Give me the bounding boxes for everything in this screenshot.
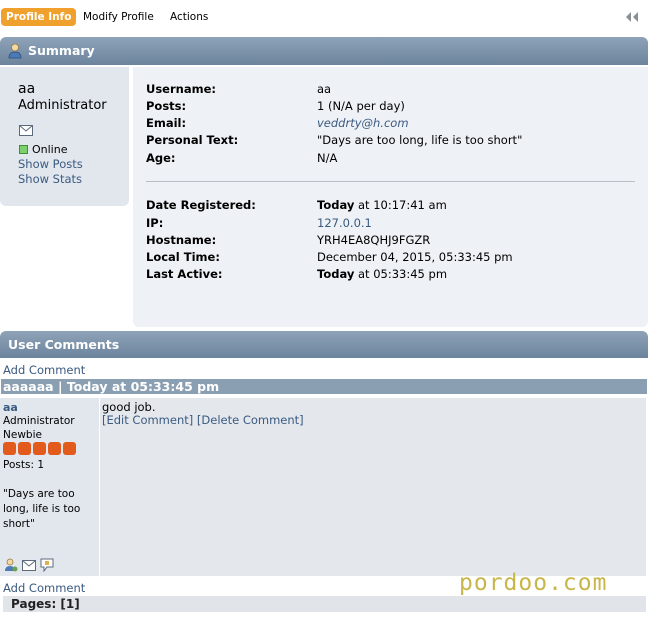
field-label: Last Active: xyxy=(146,267,223,281)
user-card: aa Administrator Online Show Posts Show … xyxy=(0,67,129,206)
rank-star-icon xyxy=(3,442,16,455)
ip-link[interactable]: 127.0.0.1 xyxy=(317,216,372,230)
online-status-icon xyxy=(19,145,28,154)
field-value: 1 (N/A per day) xyxy=(317,99,405,113)
rank-stars xyxy=(3,442,83,456)
field-username: Username: aa xyxy=(146,82,636,98)
comments-title: User Comments xyxy=(8,337,120,352)
show-posts-link[interactable]: Show Posts xyxy=(18,157,83,171)
pagination[interactable]: Pages: [1] xyxy=(3,596,646,612)
divider xyxy=(146,181,635,182)
poster-group: Administrator xyxy=(3,415,75,427)
message-icon[interactable] xyxy=(40,558,54,572)
field-label: Date Registered: xyxy=(146,198,256,212)
field-local-time: Local Time: December 04, 2015, 05:33:45 … xyxy=(146,250,636,266)
double-chevron-left-icon[interactable] xyxy=(624,12,640,22)
field-value: aa xyxy=(317,82,332,96)
poster-personal-text: "Days are too long, life is too short" xyxy=(3,488,81,530)
email-link[interactable]: veddrty@h.com xyxy=(317,116,409,130)
profile-icon[interactable] xyxy=(4,558,18,572)
user-group: Administrator xyxy=(18,98,107,113)
field-email: Email: veddrty@h.com xyxy=(146,116,636,132)
add-comment-link[interactable]: Add Comment xyxy=(3,581,85,595)
field-value: Today at 05:33:45 pm xyxy=(317,267,448,281)
field-age: Age: N/A xyxy=(146,151,636,167)
field-hostname: Hostname: YRH4EA8QHJ9FGZR xyxy=(146,233,636,249)
summary-header: Summary xyxy=(0,37,648,65)
email-icon[interactable] xyxy=(22,560,36,571)
field-label: Personal Text: xyxy=(146,133,239,147)
field-label: Email: xyxy=(146,116,187,130)
show-stats-link[interactable]: Show Stats xyxy=(18,172,82,186)
profile-menu: Profile Info Modify Profile Actions xyxy=(0,8,648,28)
add-comment-link[interactable]: Add Comment xyxy=(3,363,85,377)
rank-star-icon xyxy=(33,442,46,455)
comments-header: User Comments xyxy=(0,331,648,358)
summary-title: Summary xyxy=(28,43,95,58)
tab-actions[interactable]: Actions xyxy=(170,8,208,26)
profile-details: Username: aa Posts: 1 (N/A per day) Emai… xyxy=(133,67,648,327)
tab-modify-profile[interactable]: Modify Profile xyxy=(83,8,154,26)
poster-name-link[interactable]: aa xyxy=(3,401,18,414)
comment-poster: aa Administrator Newbie Posts: 1 "Days a… xyxy=(0,398,99,576)
user-name: aa xyxy=(18,81,36,97)
rank-star-icon xyxy=(63,442,76,455)
field-value: "Days are too long, life is too short" xyxy=(317,133,523,147)
field-label: Hostname: xyxy=(146,233,217,247)
field-posts: Posts: 1 (N/A per day) xyxy=(146,99,636,115)
field-last-active: Last Active: Today at 05:33:45 pm xyxy=(146,267,636,283)
edit-comment-link[interactable]: [Edit Comment] xyxy=(102,413,193,427)
field-label: Posts: xyxy=(146,99,187,113)
field-value: Today at 10:17:41 am xyxy=(317,198,447,212)
delete-comment-link[interactable]: [Delete Comment] xyxy=(197,413,304,427)
field-label: Age: xyxy=(146,151,176,165)
field-value: N/A xyxy=(317,151,338,165)
tab-profile-info[interactable]: Profile Info xyxy=(1,8,77,26)
field-value: December 04, 2015, 05:33:45 pm xyxy=(317,250,513,264)
field-label: IP: xyxy=(146,216,164,230)
field-label: Local Time: xyxy=(146,250,220,264)
comment-header: aaaaaa | Today at 05:33:45 pm xyxy=(1,379,647,394)
user-icon xyxy=(8,43,22,59)
poster-icons xyxy=(4,558,64,574)
rank-star-icon xyxy=(48,442,61,455)
poster-posts: Posts: 1 xyxy=(3,459,44,471)
poster-rank: Newbie xyxy=(3,429,42,441)
comment-body-area: good job. [Edit Comment] [Delete Comment… xyxy=(100,398,646,576)
field-date-registered: Date Registered: Today at 10:17:41 am xyxy=(146,198,636,214)
field-personal-text: Personal Text: "Days are too long, life … xyxy=(146,133,636,149)
comment-body: good job. xyxy=(102,400,156,414)
watermark: pordoo.com xyxy=(459,570,608,596)
field-ip: IP: 127.0.0.1 xyxy=(146,216,636,232)
field-value: YRH4EA8QHJ9FGZR xyxy=(317,233,431,247)
rank-star-icon xyxy=(18,442,31,455)
comment-actions: [Edit Comment] [Delete Comment] xyxy=(102,413,304,427)
online-status: Online xyxy=(32,143,68,156)
email-icon[interactable] xyxy=(19,125,33,136)
field-label: Username: xyxy=(146,82,216,96)
